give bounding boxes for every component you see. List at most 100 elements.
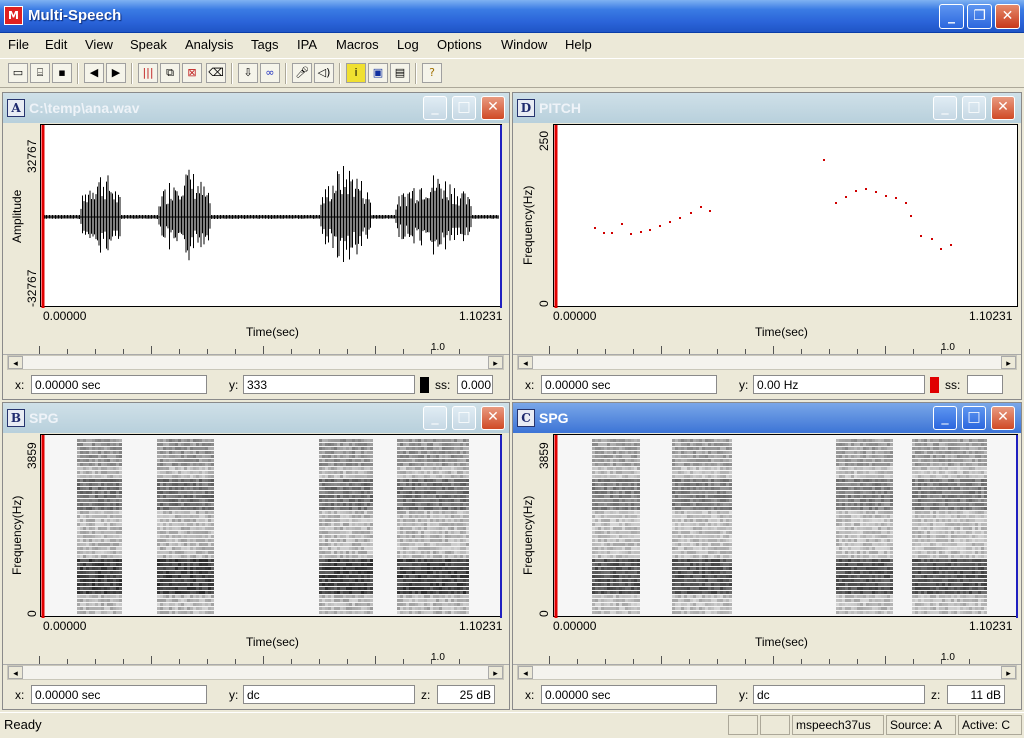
pane-a-header[interactable]: A C:\temp\ana.wav _ □ ✕ <box>3 93 509 123</box>
scroll-right-icon[interactable]: ▸ <box>488 356 503 369</box>
maximize-icon[interactable]: ❐ <box>967 4 992 29</box>
spectrogram-cell <box>352 503 355 506</box>
menu-options[interactable]: Options <box>437 37 482 52</box>
pane-a-ruler[interactable]: 1.0 <box>3 342 509 355</box>
menu-window[interactable]: Window <box>501 37 547 52</box>
spectrogram-cell <box>157 483 160 486</box>
spectrogram-cell <box>693 547 696 550</box>
spectrogram-cell <box>613 547 616 550</box>
pane-a-scrollbar[interactable]: ◂ ▸ <box>7 355 504 370</box>
spectrogram-cell <box>89 471 92 474</box>
spectrogram-cell <box>322 487 325 490</box>
waveform-plot[interactable] <box>40 124 502 308</box>
pane-d-ruler[interactable]: 1.0 <box>513 342 1021 355</box>
spectrogram-cell <box>196 599 199 602</box>
new-icon[interactable]: ▭ <box>8 63 28 83</box>
pane-b-scrollbar[interactable]: ◂ ▸ <box>7 665 504 680</box>
pane-d-header[interactable]: D PITCH _ □ ✕ <box>513 93 1021 123</box>
help-icon[interactable]: ? <box>422 63 442 83</box>
info-icon[interactable]: i <box>346 63 366 83</box>
pane-d-close-icon[interactable]: ✕ <box>991 96 1015 120</box>
spectrogram-cell <box>604 607 607 610</box>
pane-b-close-icon[interactable]: ✕ <box>481 406 505 430</box>
spectrogram-cell <box>421 439 424 442</box>
menu-help[interactable]: Help <box>565 37 592 52</box>
multi-speech-logo-icon[interactable]: M <box>4 6 23 25</box>
color-swatch[interactable] <box>420 377 429 393</box>
pane-b-spectrogram[interactable]: B SPG _ □ ✕ Frequency(Hz) 3859 0 0.00000… <box>2 402 510 710</box>
pane-b-header[interactable]: B SPG _ □ ✕ <box>3 403 509 433</box>
spectrogram-b-plot[interactable] <box>40 434 502 618</box>
pane-a-minimize-icon[interactable]: _ <box>423 96 447 120</box>
back-icon[interactable]: ◀ <box>84 63 104 83</box>
spectrogram-cell <box>172 467 175 470</box>
pane-d-minimize-icon[interactable]: _ <box>933 96 957 120</box>
spectrogram-cell <box>418 607 421 610</box>
forward-icon[interactable]: ▶ <box>106 63 126 83</box>
spectrogram-cell <box>442 583 445 586</box>
pane-a-waveform[interactable]: A C:\temp\ana.wav _ □ ✕ Amplitude 32767 … <box>2 92 510 400</box>
spectrogram-cell <box>595 567 598 570</box>
delete-window-icon[interactable]: ⊠ <box>182 63 202 83</box>
pane-b-minimize-icon[interactable]: _ <box>423 406 447 430</box>
link-icon[interactable]: ∞ <box>260 63 280 83</box>
menu-analysis[interactable]: Analysis <box>185 37 233 52</box>
minimize-icon[interactable]: _ <box>939 4 964 29</box>
spectrogram-cell <box>451 519 454 522</box>
grid-icon[interactable]: ▤ <box>390 63 410 83</box>
pane-a-close-icon[interactable]: ✕ <box>481 96 505 120</box>
pane-c-spectrogram[interactable]: C SPG _ □ ✕ Frequency(Hz) 3859 0 0.00000… <box>512 402 1022 710</box>
scroll-left-icon[interactable]: ◂ <box>8 356 23 369</box>
microphone-icon[interactable]: 🎤︎ <box>292 63 312 83</box>
copy-window-icon[interactable]: ⧉ <box>160 63 180 83</box>
menu-view[interactable]: View <box>85 37 113 52</box>
speaker-icon[interactable]: ◁) <box>314 63 334 83</box>
menu-tags[interactable]: Tags <box>251 37 278 52</box>
menu-macros[interactable]: Macros <box>336 37 379 52</box>
spectrogram-cell <box>427 495 430 498</box>
menu-edit[interactable]: Edit <box>45 37 67 52</box>
window-icon[interactable]: ▣ <box>368 63 388 83</box>
pane-d-scrollbar[interactable]: ◂ ▸ <box>517 355 1017 370</box>
pitch-plot[interactable] <box>553 124 1018 308</box>
pane-d-maximize-icon[interactable]: □ <box>962 96 986 120</box>
spectrogram-cell <box>451 567 454 570</box>
spectrogram-cell <box>331 495 334 498</box>
open-icon[interactable]: ⌸ <box>30 63 50 83</box>
spectrogram-c-svg <box>554 435 1018 618</box>
spectrogram-cell <box>672 515 675 518</box>
spectrogram-cell <box>613 487 616 490</box>
bars-icon[interactable]: ||| <box>138 63 158 83</box>
spectrogram-cell <box>178 515 181 518</box>
menu-ipa[interactable]: IPA <box>297 37 317 52</box>
scroll-left-icon[interactable]: ◂ <box>518 356 533 369</box>
color-swatch[interactable] <box>930 377 939 393</box>
save-icon[interactable]: ▪ <box>52 63 72 83</box>
scroll-right-icon[interactable]: ▸ <box>488 666 503 679</box>
spectrogram-cell <box>439 479 442 482</box>
menu-speak[interactable]: Speak <box>130 37 167 52</box>
eraser-icon[interactable]: ⌫ <box>206 63 226 83</box>
pane-b-ruler[interactable]: 1.0 <box>3 652 509 665</box>
down-arrow-icon[interactable]: ⇩ <box>238 63 258 83</box>
pane-a-maximize-icon[interactable]: □ <box>452 96 476 120</box>
pane-c-header[interactable]: C SPG _ □ ✕ <box>513 403 1021 433</box>
pane-c-close-icon[interactable]: ✕ <box>991 406 1015 430</box>
pane-c-minimize-icon[interactable]: _ <box>933 406 957 430</box>
spectrogram-cell <box>430 483 433 486</box>
spectrogram-cell <box>175 479 178 482</box>
scroll-right-icon[interactable]: ▸ <box>1001 356 1016 369</box>
spectrogram-cell <box>675 495 678 498</box>
menu-log[interactable]: Log <box>397 37 419 52</box>
pane-d-pitch[interactable]: D PITCH _ □ ✕ Frequency(Hz) 250 0 0.0000… <box>512 92 1022 400</box>
spectrogram-c-plot[interactable] <box>553 434 1018 618</box>
spectrogram-cell <box>397 595 400 598</box>
spectrogram-cell <box>325 439 328 442</box>
scroll-left-icon[interactable]: ◂ <box>8 666 23 679</box>
menu-file[interactable]: File <box>8 37 29 52</box>
close-icon[interactable]: ✕ <box>995 4 1020 29</box>
pane-b-maximize-icon[interactable]: □ <box>452 406 476 430</box>
spectrogram-cell <box>406 447 409 450</box>
pitch-point <box>940 248 942 250</box>
pane-c-maximize-icon[interactable]: □ <box>962 406 986 430</box>
